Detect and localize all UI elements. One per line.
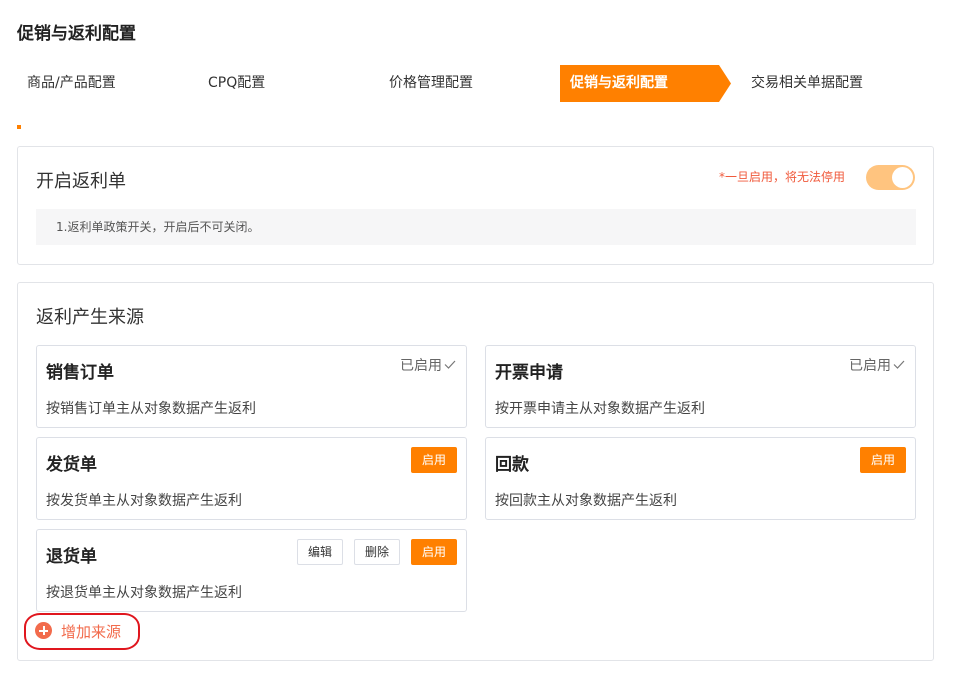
source-card-return-order: 退货单 编辑 删除 启用 按退货单主从对象数据产生返利	[36, 529, 467, 612]
source-card-desc: 按退货单主从对象数据产生返利	[46, 585, 242, 601]
source-card-title: 销售订单	[46, 363, 114, 383]
source-card-delivery-note: 发货单 启用 按发货单主从对象数据产生返利	[36, 437, 467, 520]
add-source-label: 增加来源	[61, 623, 122, 641]
source-card-invoice-request: 开票申请 已启用 按开票申请主从对象数据产生返利	[485, 345, 916, 428]
source-card-title: 回款	[495, 455, 529, 475]
source-card-title: 发货单	[46, 455, 97, 475]
enabled-label: 已启用	[400, 358, 442, 374]
rebate-switch-note: 1.返利单政策开关，开启后不可关闭。	[36, 209, 916, 245]
source-card-sales-order: 销售订单 已启用 按销售订单主从对象数据产生返利	[36, 345, 467, 428]
rebate-switch-title: 开启返利单	[36, 171, 126, 192]
step-label: 价格管理配置	[389, 75, 473, 91]
section-marker	[17, 125, 21, 129]
page-title: 促销与返利配置	[17, 24, 136, 44]
edit-button[interactable]: 编辑	[297, 539, 343, 565]
rebate-sources-panel: 返利产生来源 销售订单 已启用 按销售订单主从对象数据产生返利 开票申请 已启用…	[17, 282, 934, 661]
source-card-desc: 按销售订单主从对象数据产生返利	[46, 401, 256, 417]
check-icon	[444, 360, 456, 369]
source-card-title: 退货单	[46, 547, 97, 567]
step-product-config[interactable]: 商品/产品配置	[17, 65, 188, 102]
source-card-desc: 按开票申请主从对象数据产生返利	[495, 401, 705, 417]
source-card-title: 开票申请	[495, 363, 563, 383]
enable-button[interactable]: 启用	[860, 447, 906, 473]
step-cpq-config[interactable]: CPQ配置	[198, 65, 369, 102]
step-transaction-docs-config[interactable]: 交易相关单据配置	[741, 65, 915, 102]
toggle-knob	[892, 167, 913, 188]
step-label: 交易相关单据配置	[751, 75, 863, 91]
rebate-switch-toggle[interactable]	[866, 165, 915, 190]
rebate-switch-panel: 开启返利单 *一旦启用，将无法停用 1.返利单政策开关，开启后不可关闭。	[17, 146, 934, 265]
step-promotion-rebate-config[interactable]: 促销与返利配置	[560, 65, 731, 102]
enable-button[interactable]: 启用	[411, 447, 457, 473]
enabled-status: 已启用	[849, 355, 905, 375]
enable-button[interactable]: 启用	[411, 539, 457, 565]
enabled-status: 已启用	[400, 355, 456, 375]
rebate-sources-title: 返利产生来源	[36, 307, 144, 328]
plus-circle-icon	[35, 622, 52, 639]
rebate-switch-warning: *一旦启用，将无法停用	[718, 170, 845, 184]
check-icon	[893, 360, 905, 369]
step-label: 促销与返利配置	[570, 75, 668, 91]
step-label: CPQ配置	[208, 75, 266, 91]
enabled-label: 已启用	[849, 358, 891, 374]
step-price-config[interactable]: 价格管理配置	[379, 65, 550, 102]
source-card-payment: 回款 启用 按回款主从对象数据产生返利	[485, 437, 916, 520]
source-card-desc: 按回款主从对象数据产生返利	[495, 493, 677, 509]
delete-button[interactable]: 删除	[354, 539, 400, 565]
source-card-desc: 按发货单主从对象数据产生返利	[46, 493, 242, 509]
step-label: 商品/产品配置	[27, 75, 116, 91]
